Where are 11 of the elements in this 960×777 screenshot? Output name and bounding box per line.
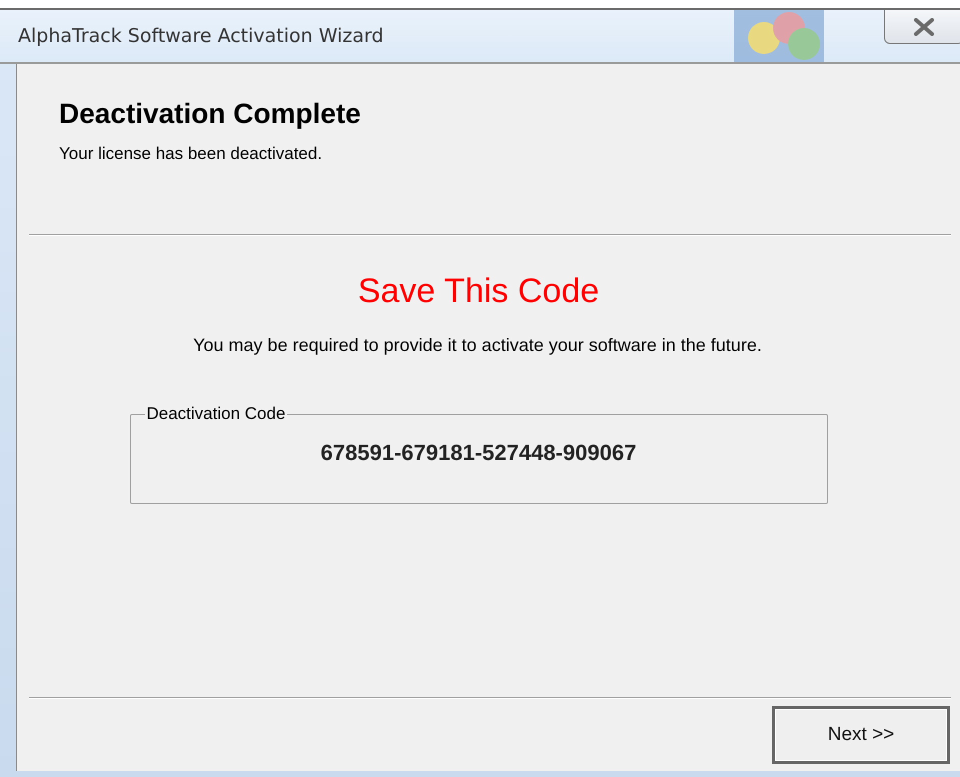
app-icon bbox=[734, 10, 824, 62]
window-title: AlphaTrack Software Activation Wizard bbox=[18, 25, 384, 47]
deactivation-code: 678591-679181-527448-909067 bbox=[320, 440, 636, 466]
page-subtitle: Your license has been deactivated. bbox=[59, 144, 324, 164]
page-heading: Deactivation Complete bbox=[59, 98, 362, 130]
notice-message: You may be required to provide it to activate your software in the future. bbox=[193, 335, 762, 356]
group-legend: Deactivation Code bbox=[144, 404, 288, 424]
notice-heading: Save This Code bbox=[358, 272, 600, 311]
close-icon bbox=[913, 18, 935, 36]
close-button[interactable] bbox=[884, 10, 960, 44]
next-button[interactable]: Next >> bbox=[772, 706, 950, 764]
